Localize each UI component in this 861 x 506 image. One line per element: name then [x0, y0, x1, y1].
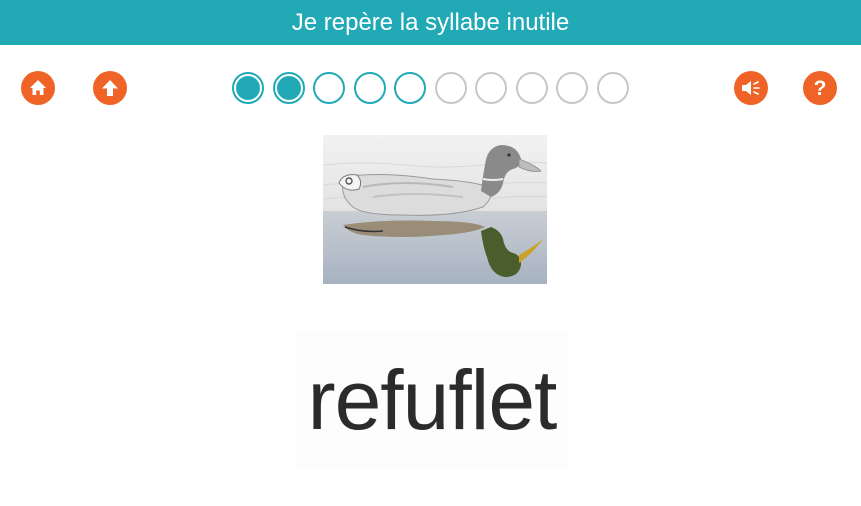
- progress-dot: [596, 72, 629, 104]
- home-icon: [30, 80, 46, 95]
- duck-image: [323, 135, 547, 284]
- progress-dot: [475, 72, 507, 104]
- listen-button[interactable]: [734, 71, 768, 105]
- progress-dot: [434, 72, 467, 104]
- word-card[interactable]: refuflet: [296, 330, 568, 470]
- home-button[interactable]: [21, 71, 55, 105]
- progress-dot-fill: [276, 76, 301, 100]
- arrow-up-icon: [102, 80, 118, 96]
- progress-dot: [515, 72, 548, 104]
- progress-dot: [313, 72, 345, 104]
- speaker-icon: [742, 81, 760, 95]
- question-icon: ?: [813, 76, 827, 100]
- progress-dot-fill: [236, 76, 260, 100]
- back-up-button[interactable]: [93, 71, 127, 105]
- progress-indicator: [232, 72, 629, 104]
- progress-dot: [272, 72, 305, 104]
- progress-dot: [394, 72, 426, 104]
- progress-dot: [353, 72, 386, 104]
- help-button[interactable]: ?: [803, 71, 837, 105]
- progress-dot: [232, 72, 264, 104]
- progress-dot: [556, 72, 588, 104]
- page-title-bar: Je repère la syllabe inutile: [0, 0, 861, 45]
- page-title: Je repère la syllabe inutile: [291, 8, 570, 36]
- exercise-word: refuflet: [307, 352, 558, 447]
